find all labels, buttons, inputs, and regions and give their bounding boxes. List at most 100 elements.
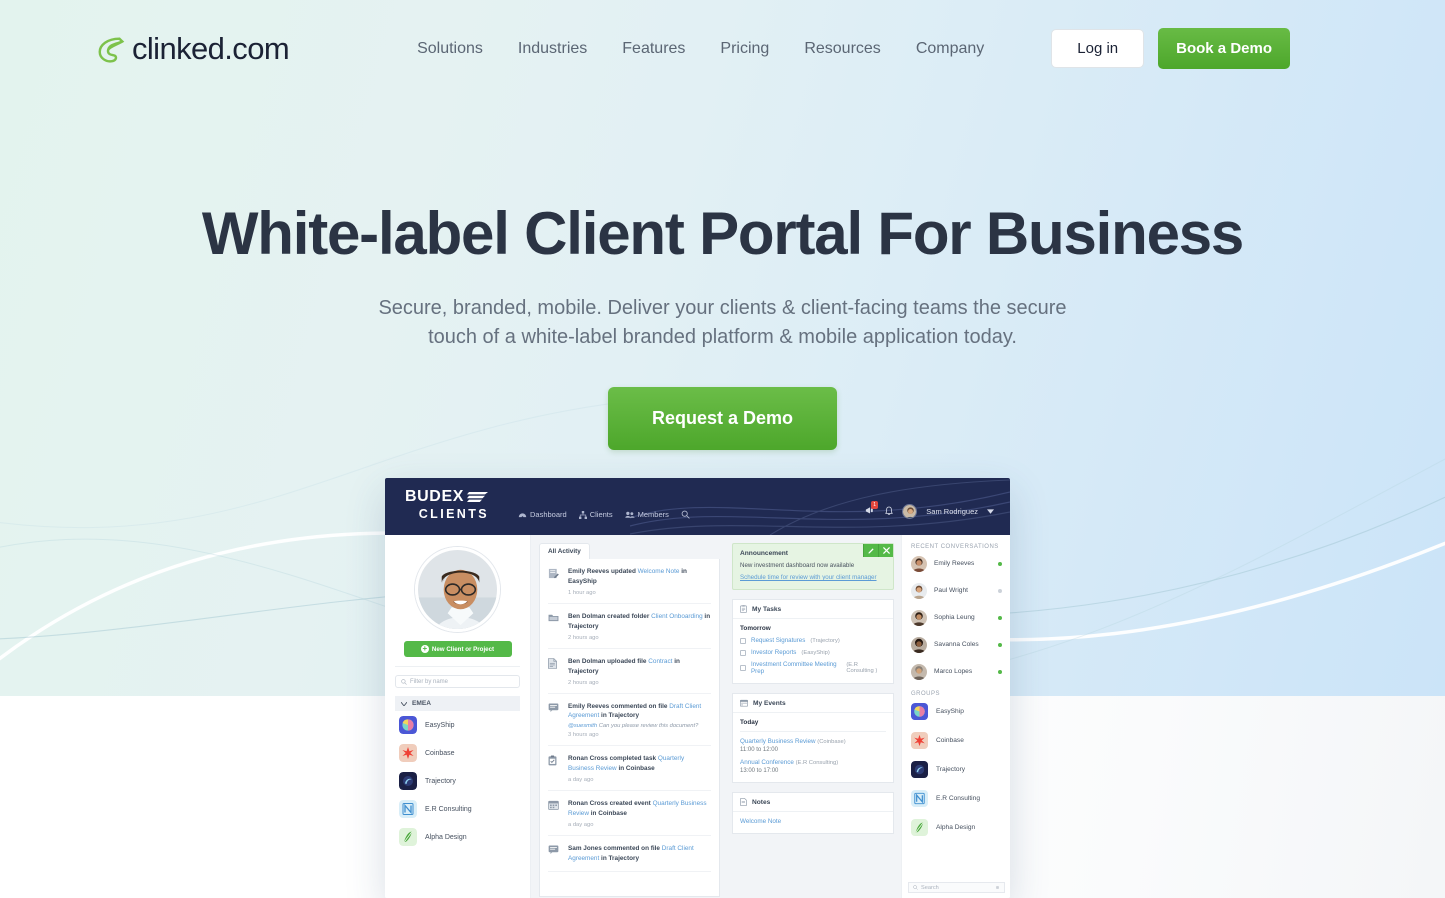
- task-checkbox[interactable]: [740, 665, 746, 671]
- task-name[interactable]: Investor Reports: [751, 649, 796, 656]
- notifications-bell-button[interactable]: [885, 506, 894, 518]
- app-nav-clients[interactable]: Clients: [578, 510, 613, 519]
- gear-icon[interactable]: [995, 885, 1000, 890]
- activity-item[interactable]: Emily Reeves commented on file Draft Cli…: [548, 694, 711, 747]
- sidebar-group-emea[interactable]: EMEA: [395, 696, 520, 711]
- nav-item-company[interactable]: Company: [916, 40, 984, 58]
- activity-column: All Activity Emily Reeves updated Welcom…: [531, 535, 726, 898]
- conversation-item[interactable]: Savanna Coles: [911, 631, 1002, 658]
- chevron-down-icon[interactable]: [987, 509, 994, 514]
- nav-item-solutions[interactable]: Solutions: [417, 40, 483, 58]
- group-name: E.R Consulting: [936, 795, 980, 802]
- tab-all-activity[interactable]: All Activity: [539, 543, 590, 559]
- notes-title: Notes: [752, 798, 771, 806]
- sidebar-item-alpha-design[interactable]: Alpha Design: [395, 823, 520, 851]
- book-demo-button[interactable]: Book a Demo: [1158, 28, 1290, 69]
- group-name: Trajectory: [936, 766, 966, 773]
- app-nav-members[interactable]: Members: [624, 510, 669, 519]
- event-name[interactable]: Quarterly Business Review: [740, 738, 816, 745]
- notes-panel: Notes Welcome Note: [732, 792, 894, 834]
- activity-mention[interactable]: @suesmith: [568, 723, 597, 729]
- activity-verb: created event: [609, 800, 651, 808]
- profile-photo-image: [418, 550, 497, 629]
- group-item-alpha-design[interactable]: Alpha Design: [911, 813, 1002, 842]
- event-name[interactable]: Annual Conference: [740, 759, 794, 766]
- pencil-icon: [867, 548, 874, 554]
- sidebar-item-trajectory[interactable]: Trajectory: [395, 767, 520, 795]
- group-item-easyship[interactable]: EasyShip: [911, 697, 1002, 726]
- sidebar-item-easyship[interactable]: EasyShip: [395, 711, 520, 739]
- app-header: BUDEX CLIENTS Dashboard Clients Members …: [385, 478, 1010, 535]
- coinbase-icon: [399, 744, 417, 762]
- easyship-icon-image: [399, 716, 417, 734]
- activity-item[interactable]: Ben Dolman created folder Client Onboard…: [548, 604, 711, 649]
- task-item[interactable]: Request Signatures (Trajectory): [740, 637, 886, 644]
- file-icon-image: [548, 657, 557, 669]
- notes-body: Welcome Note: [733, 812, 893, 833]
- new-client-label: New Client or Project: [431, 645, 495, 653]
- clipboard-icon: [740, 605, 747, 613]
- site-logo[interactable]: clinked.com: [96, 31, 290, 67]
- edit-announcement-button[interactable]: [863, 544, 878, 557]
- activity-item[interactable]: Ronan Cross created event Quarterly Busi…: [548, 791, 711, 837]
- activity-item[interactable]: Sam Jones commented on file Draft Client…: [548, 836, 711, 872]
- task-group: (E.R Consulting ): [846, 662, 878, 674]
- conversation-name: Paul Wright: [934, 587, 968, 594]
- conversation-item[interactable]: Marco Lopes: [911, 658, 1002, 685]
- header-actions: Log in Book a Demo: [1051, 28, 1290, 69]
- activity-actor: Emily Reeves: [568, 568, 610, 575]
- conversation-item[interactable]: Emily Reeves: [911, 550, 1002, 577]
- request-demo-button[interactable]: Request a Demo: [607, 386, 838, 450]
- my-tasks-body: Tomorrow Request Signatures (Trajectory)…: [733, 619, 893, 683]
- task-checkbox[interactable]: [740, 649, 746, 656]
- app-search-button[interactable]: [681, 510, 690, 519]
- trajectory-icon-image: [399, 772, 417, 790]
- avatar-image: [911, 636, 927, 653]
- app-sidebar: + New Client or Project Filter by name E…: [385, 535, 531, 898]
- nav-item-industries[interactable]: Industries: [518, 40, 587, 58]
- nav-item-features[interactable]: Features: [622, 40, 685, 58]
- conversation-item[interactable]: Sophia Leung: [911, 604, 1002, 631]
- new-client-or-project-button[interactable]: + New Client or Project: [403, 641, 512, 657]
- activity-item[interactable]: Ronan Cross completed task Quarterly Bus…: [548, 746, 711, 792]
- site-header: clinked.com Solutions Industries Feature…: [0, 0, 1445, 97]
- filter-placeholder: Filter by name: [410, 678, 449, 685]
- group-item-coinbase[interactable]: Coinbase: [911, 726, 1002, 755]
- activity-item[interactable]: Ben Dolman uploaded file Contract in Tra…: [548, 649, 711, 694]
- announcements-button[interactable]: 1: [865, 501, 879, 517]
- event-time: 11:00 to 12:00: [740, 747, 778, 753]
- group-name: EasyShip: [936, 708, 964, 715]
- close-announcement-button[interactable]: [878, 544, 893, 557]
- task-name[interactable]: Request Signatures: [751, 637, 805, 644]
- activity-tail: in Coinbase: [590, 810, 627, 818]
- dashboard-icon: [518, 513, 527, 518]
- announcement-link[interactable]: Schedule time for review with your clien…: [740, 574, 886, 581]
- task-checkbox[interactable]: [740, 637, 746, 644]
- conversation-item[interactable]: Paul Wright: [911, 577, 1002, 604]
- note-edit-icon-image: [548, 568, 559, 579]
- activity-item[interactable]: Emily Reeves updated Welcome Note in Eas…: [548, 559, 711, 604]
- task-name[interactable]: Investment Committee Meeting Prep: [751, 661, 841, 675]
- activity-object-link[interactable]: Contract: [648, 658, 672, 665]
- event-item[interactable]: Quarterly Business Review (Coinbase) 11:…: [740, 738, 886, 753]
- task-item[interactable]: Investor Reports (EasyShip): [740, 649, 886, 656]
- coinbase-icon: [911, 731, 929, 750]
- event-item[interactable]: Annual Conference (E.R Consulting) 13:00…: [740, 759, 886, 774]
- sidebar-item-coinbase[interactable]: Coinbase: [395, 739, 520, 767]
- filter-by-name-input[interactable]: Filter by name: [395, 675, 520, 688]
- note-item[interactable]: Welcome Note: [740, 818, 781, 825]
- nav-item-pricing[interactable]: Pricing: [720, 40, 769, 58]
- group-item-er-consulting[interactable]: E.R Consulting: [911, 784, 1002, 813]
- conversations-search-input[interactable]: Search: [908, 882, 1005, 893]
- nav-item-resources[interactable]: Resources: [804, 40, 880, 58]
- user-avatar[interactable]: [902, 504, 918, 519]
- activity-object-link[interactable]: Welcome Note: [638, 568, 680, 575]
- coinbase-icon-image: [399, 744, 417, 762]
- sidebar-item-er-consulting[interactable]: E.R Consulting: [395, 795, 520, 823]
- login-button[interactable]: Log in: [1051, 29, 1145, 68]
- task-item[interactable]: Investment Committee Meeting Prep (E.R C…: [740, 661, 886, 675]
- avatar: [911, 582, 927, 599]
- activity-object-link[interactable]: Client Onboarding: [651, 613, 703, 620]
- group-item-trajectory[interactable]: Trajectory: [911, 755, 1002, 784]
- app-nav-dashboard[interactable]: Dashboard: [518, 510, 567, 519]
